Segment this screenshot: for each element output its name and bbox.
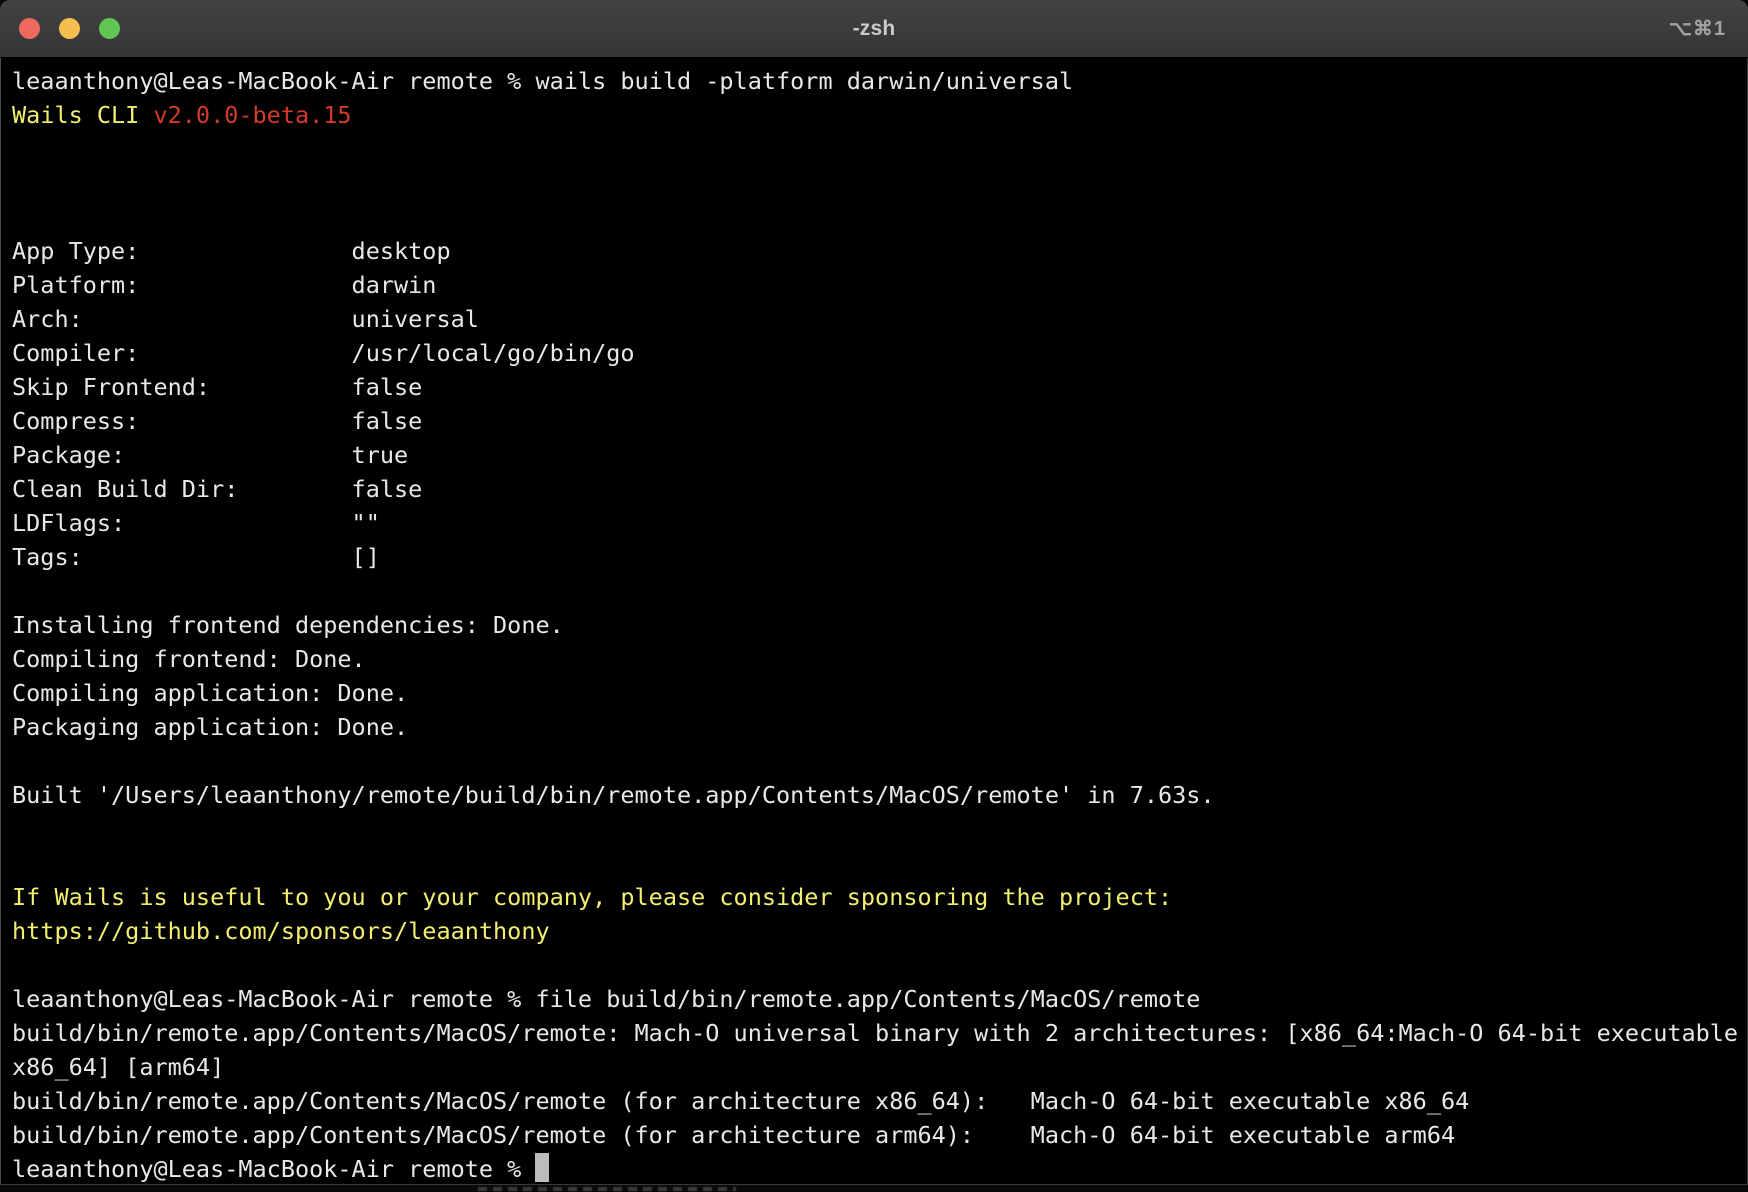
terminal-line: App Type: desktop — [12, 234, 1740, 268]
terminal-text-segment: Arch: universal — [12, 305, 479, 333]
terminal-text-segment: Compiling application: Done. — [12, 679, 408, 707]
terminal-line: If Wails is useful to you or your compan… — [12, 880, 1740, 914]
zoom-button[interactable] — [99, 18, 120, 39]
terminal-text-segment: leaanthony@Leas-MacBook-Air remote % wai… — [12, 67, 1073, 95]
terminal-text-segment: If Wails is useful to you or your compan… — [12, 883, 1172, 911]
terminal-text-segment: Compiling frontend: Done. — [12, 645, 366, 673]
terminal-text-segment: Built '/Users/leaanthony/remote/build/bi… — [12, 781, 1215, 809]
terminal-line: x86_64] [arm64] — [12, 1050, 1740, 1084]
terminal-text-segment: Compress: false — [12, 407, 422, 435]
terminal-line: Skip Frontend: false — [12, 370, 1740, 404]
terminal-text-segment: build/bin/remote.app/Contents/MacOS/remo… — [12, 1019, 1738, 1047]
terminal-line: Built '/Users/leaanthony/remote/build/bi… — [12, 778, 1740, 812]
terminal-text-segment: Compiler: /usr/local/go/bin/go — [12, 339, 635, 367]
close-button[interactable] — [19, 18, 40, 39]
terminal-text-segment: https://github.com/sponsors/leaanthony — [12, 917, 550, 945]
terminal-text-segment: Wails CLI — [12, 101, 153, 129]
terminal-line: build/bin/remote.app/Contents/MacOS/remo… — [12, 1084, 1740, 1118]
terminal-text-segment: LDFlags: "" — [12, 509, 380, 537]
window-shortcut-badge: ⌥⌘1 — [1669, 0, 1726, 57]
terminal-line: Compiler: /usr/local/go/bin/go — [12, 336, 1740, 370]
terminal-line — [12, 132, 1740, 166]
terminal-line: Compiling frontend: Done. — [12, 642, 1740, 676]
terminal-line — [12, 948, 1740, 982]
terminal-line — [12, 846, 1740, 880]
terminal-line: leaanthony@Leas-MacBook-Air remote % fil… — [12, 982, 1740, 1016]
terminal-text-segment: Clean Build Dir: false — [12, 475, 422, 503]
terminal-line: LDFlags: "" — [12, 506, 1740, 540]
terminal-text-segment: Installing frontend dependencies: Done. — [12, 611, 564, 639]
terminal-line: Platform: darwin — [12, 268, 1740, 302]
terminal-text-segment: v2.0.0-beta.15 — [153, 101, 351, 129]
terminal-line: Tags: [] — [12, 540, 1740, 574]
terminal-text-segment: Tags: [] — [12, 543, 380, 571]
terminal-text-segment: leaanthony@Leas-MacBook-Air remote % — [12, 1155, 535, 1183]
terminal-text-segment: x86_64] [arm64] — [12, 1053, 224, 1081]
terminal-line: Compiling application: Done. — [12, 676, 1740, 710]
terminal-line — [12, 744, 1740, 778]
terminal-text-segment: build/bin/remote.app/Contents/MacOS/remo… — [12, 1087, 1469, 1115]
terminal-line — [12, 812, 1740, 846]
terminal-line: Installing frontend dependencies: Done. — [12, 608, 1740, 642]
terminal-text-segment: Skip Frontend: false — [12, 373, 422, 401]
terminal-line: Compress: false — [12, 404, 1740, 438]
terminal-line: Arch: universal — [12, 302, 1740, 336]
terminal-line: leaanthony@Leas-MacBook-Air remote % — [12, 1152, 1740, 1185]
terminal-line — [12, 574, 1740, 608]
terminal-cursor — [535, 1153, 549, 1182]
terminal-output[interactable]: leaanthony@Leas-MacBook-Air remote % wai… — [0, 58, 1748, 1185]
terminal-text-segment: build/bin/remote.app/Contents/MacOS/remo… — [12, 1121, 1455, 1149]
terminal-line: build/bin/remote.app/Contents/MacOS/remo… — [12, 1118, 1740, 1152]
terminal-line: Wails CLI v2.0.0-beta.15 — [12, 98, 1740, 132]
titlebar[interactable]: -zsh ⌥⌘1 — [0, 0, 1748, 58]
terminal-text-segment: Packaging application: Done. — [12, 713, 408, 741]
terminal-line: Packaging application: Done. — [12, 710, 1740, 744]
blurred-text-artifact — [478, 1187, 736, 1191]
terminal-line — [12, 200, 1740, 234]
terminal-window: -zsh ⌥⌘1 leaanthony@Leas-MacBook-Air rem… — [0, 0, 1748, 1185]
background-window-sliver — [0, 1184, 1748, 1192]
terminal-line: https://github.com/sponsors/leaanthony — [12, 914, 1740, 948]
terminal-line — [12, 166, 1740, 200]
terminal-text-segment: Platform: darwin — [12, 271, 436, 299]
minimize-button[interactable] — [59, 18, 80, 39]
traffic-lights — [19, 0, 120, 57]
terminal-text-segment: leaanthony@Leas-MacBook-Air remote % fil… — [12, 985, 1200, 1013]
terminal-line: leaanthony@Leas-MacBook-Air remote % wai… — [12, 64, 1740, 98]
terminal-text-segment: App Type: desktop — [12, 237, 451, 265]
terminal-line: Clean Build Dir: false — [12, 472, 1740, 506]
terminal-line: build/bin/remote.app/Contents/MacOS/remo… — [12, 1016, 1740, 1050]
terminal-line: Package: true — [12, 438, 1740, 472]
terminal-text-segment: Package: true — [12, 441, 408, 469]
window-title: -zsh — [853, 17, 896, 41]
